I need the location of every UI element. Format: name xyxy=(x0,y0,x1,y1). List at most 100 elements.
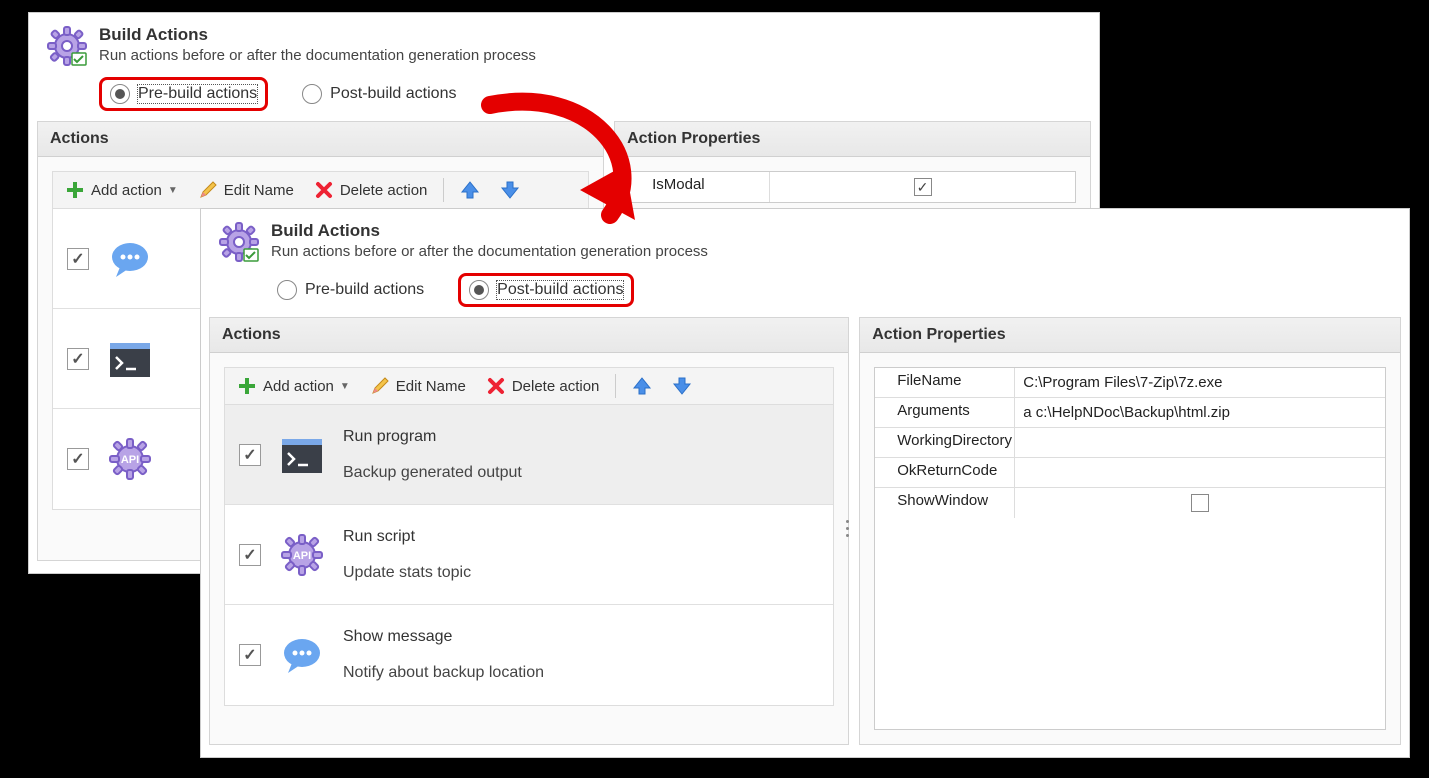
property-key: Arguments xyxy=(875,398,1015,427)
api-icon xyxy=(107,436,153,482)
api-icon xyxy=(279,532,325,578)
arrow-up-icon xyxy=(632,376,652,396)
property-row[interactable]: Arguments a c:\HelpNDoc\Backup\html.zip xyxy=(875,398,1385,428)
action-title: Run script xyxy=(343,528,819,546)
terminal-icon xyxy=(279,432,325,478)
action-checkbox[interactable] xyxy=(67,348,89,370)
property-row[interactable]: FileNameC:\Program Files\7-Zip\7z.exe xyxy=(875,368,1385,398)
radio-pre-build[interactable]: Pre-build actions xyxy=(99,77,268,111)
action-title: Run program xyxy=(343,428,819,446)
plus-icon xyxy=(65,180,85,200)
cross-icon xyxy=(486,376,506,396)
arrow-down-icon xyxy=(500,180,520,200)
property-key: ShowWindow xyxy=(875,488,1015,518)
move-down-button[interactable] xyxy=(492,176,528,204)
property-key: WorkingDirectory xyxy=(875,428,1015,457)
plus-icon xyxy=(237,376,257,396)
actions-toolbar: Add action ▼ Edit Name Delete action xyxy=(52,171,589,209)
radio-post-label: Post-build actions xyxy=(330,85,456,103)
radio-icon xyxy=(302,84,322,104)
property-value[interactable] xyxy=(1015,428,1385,457)
action-checkbox[interactable] xyxy=(239,644,261,666)
property-value[interactable] xyxy=(1015,458,1385,487)
action-checkbox[interactable] xyxy=(239,444,261,466)
actions-column: Actions Add action ▼ Edit Name Delete ac… xyxy=(209,317,849,745)
bubble-icon xyxy=(107,236,153,282)
properties-grid: IsModal xyxy=(629,171,1076,203)
action-title: Show message xyxy=(343,628,819,646)
property-key: IsModal xyxy=(630,172,770,202)
property-value-text: C:\Program Files\7-Zip\7z.exe xyxy=(1023,374,1222,391)
edit-name-label: Edit Name xyxy=(396,378,466,395)
header: Build Actions Run actions before or afte… xyxy=(29,13,1099,73)
property-row[interactable]: OkReturnCode xyxy=(875,458,1385,488)
add-action-button[interactable]: Add action ▼ xyxy=(57,176,186,204)
property-key: OkReturnCode xyxy=(875,458,1015,487)
property-row[interactable]: WorkingDirectory xyxy=(875,428,1385,458)
add-action-label: Add action xyxy=(91,182,162,199)
delete-action-button[interactable]: Delete action xyxy=(478,372,608,400)
edit-name-button[interactable]: Edit Name xyxy=(362,372,474,400)
cross-icon xyxy=(314,180,334,200)
add-action-button[interactable]: Add action ▼ xyxy=(229,372,358,400)
property-value[interactable] xyxy=(770,172,1075,202)
delete-action-label: Delete action xyxy=(512,378,600,395)
property-value[interactable]: a c:\HelpNDoc\Backup\html.zip xyxy=(1015,398,1385,427)
action-subtitle: Notify about backup location xyxy=(343,664,819,682)
action-subtitle: Update stats topic xyxy=(343,564,819,582)
property-value[interactable]: C:\Program Files\7-Zip\7z.exe xyxy=(1015,368,1385,397)
action-item[interactable]: Show message Notify about backup location xyxy=(225,605,833,705)
move-up-button[interactable] xyxy=(624,372,660,400)
action-item[interactable]: Run program Backup generated output xyxy=(225,405,833,505)
property-value-text: a c:\HelpNDoc\Backup\html.zip xyxy=(1023,404,1230,421)
arrow-up-icon xyxy=(460,180,480,200)
action-item[interactable]: Run script Update stats topic xyxy=(225,505,833,605)
radio-icon xyxy=(277,280,297,300)
delete-action-button[interactable]: Delete action xyxy=(306,176,436,204)
radio-pre-label: Pre-build actions xyxy=(305,281,424,299)
property-value[interactable] xyxy=(1015,488,1385,518)
radio-pre-label: Pre-build actions xyxy=(138,85,257,103)
radio-post-build[interactable]: Post-build actions xyxy=(458,273,634,307)
checkbox-icon[interactable] xyxy=(914,178,932,196)
move-down-button[interactable] xyxy=(664,372,700,400)
property-row[interactable]: IsModal xyxy=(630,172,1075,202)
terminal-icon xyxy=(107,336,153,382)
arrow-down-icon xyxy=(672,376,692,396)
splitter-handle[interactable] xyxy=(846,520,849,537)
pencil-icon xyxy=(198,180,218,200)
radio-icon xyxy=(110,84,130,104)
radio-post-label: Post-build actions xyxy=(497,281,623,299)
radio-icon xyxy=(469,280,489,300)
actions-header: Actions xyxy=(38,122,603,157)
properties-column: Action Properties FileNameC:\Program Fil… xyxy=(859,317,1401,745)
actions-list: Run program Backup generated output Run sc… xyxy=(224,405,834,706)
pencil-icon xyxy=(370,376,390,396)
chevron-down-icon: ▼ xyxy=(168,185,178,196)
checkbox-icon[interactable] xyxy=(1191,494,1209,512)
gear-check-icon xyxy=(217,221,259,263)
property-row[interactable]: ShowWindow xyxy=(875,488,1385,518)
gear-check-icon xyxy=(45,25,87,67)
header: Build Actions Run actions before or afte… xyxy=(201,209,1409,269)
properties-header: Action Properties xyxy=(615,122,1090,157)
panel-postbuild: Build Actions Run actions before or afte… xyxy=(200,208,1410,758)
action-checkbox[interactable] xyxy=(67,248,89,270)
action-checkbox[interactable] xyxy=(67,448,89,470)
edit-name-button[interactable]: Edit Name xyxy=(190,176,302,204)
header-subtitle: Run actions before or after the document… xyxy=(271,243,1393,260)
properties-grid: FileNameC:\Program Files\7-Zip\7z.exeArg… xyxy=(874,367,1386,730)
header-title: Build Actions xyxy=(99,25,1083,45)
properties-header: Action Properties xyxy=(860,318,1400,353)
header-subtitle: Run actions before or after the document… xyxy=(99,47,1083,64)
actions-toolbar: Add action ▼ Edit Name Delete action xyxy=(224,367,834,405)
radio-pre-build[interactable]: Pre-build actions xyxy=(271,278,430,302)
edit-name-label: Edit Name xyxy=(224,182,294,199)
action-checkbox[interactable] xyxy=(239,544,261,566)
delete-action-label: Delete action xyxy=(340,182,428,199)
action-subtitle: Backup generated output xyxy=(343,464,819,482)
radio-post-build[interactable]: Post-build actions xyxy=(296,82,462,106)
add-action-label: Add action xyxy=(263,378,334,395)
chevron-down-icon: ▼ xyxy=(340,381,350,392)
move-up-button[interactable] xyxy=(452,176,488,204)
